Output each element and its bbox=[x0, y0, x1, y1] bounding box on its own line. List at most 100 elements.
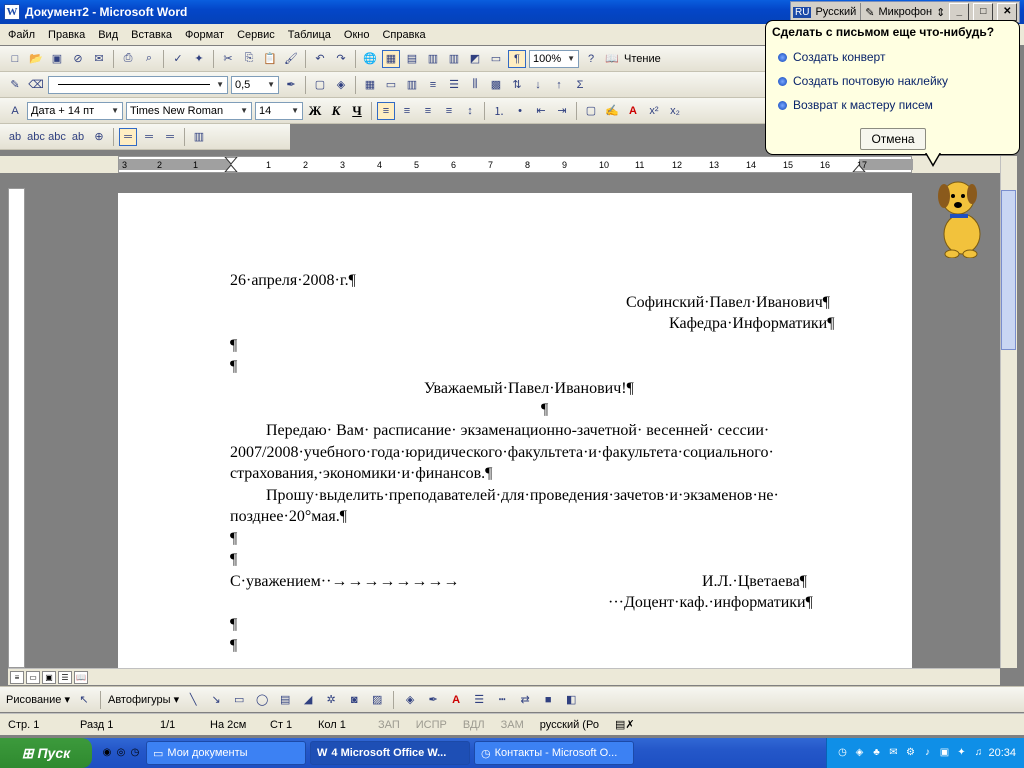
line-icon[interactable]: ╲ bbox=[184, 691, 202, 709]
rectangle-icon[interactable]: ▭ bbox=[230, 691, 248, 709]
ie-icon[interactable]: ◉ bbox=[100, 746, 114, 760]
task-word[interactable]: W4 Microsoft Office W... bbox=[310, 741, 470, 765]
spelling-status-icon[interactable]: ▤✗ bbox=[607, 718, 643, 731]
sort-descending-icon[interactable]: ↑ bbox=[550, 76, 568, 94]
insert-table-icon[interactable]: ▤ bbox=[403, 50, 421, 68]
menu-window[interactable]: Окно bbox=[344, 29, 370, 41]
new-document-icon[interactable]: □ bbox=[6, 50, 24, 68]
underline-button[interactable]: Ч bbox=[348, 102, 366, 120]
textbox-icon[interactable]: ▤ bbox=[276, 691, 294, 709]
tray-icon[interactable]: ✦ bbox=[954, 746, 968, 760]
menu-help[interactable]: Справка bbox=[382, 29, 425, 41]
normal-view-icon[interactable]: ≡ bbox=[10, 670, 24, 684]
cut-icon[interactable]: ✂ bbox=[219, 50, 237, 68]
numbering-icon[interactable]: ⒈ bbox=[490, 102, 508, 120]
document-page[interactable]: 26·апреля·2008·г.¶ Софинский·Павел·Ивано… bbox=[118, 193, 912, 668]
lang-code[interactable]: RU bbox=[793, 6, 812, 18]
align-left-icon[interactable]: ≡ bbox=[377, 101, 395, 120]
diagram-icon[interactable]: ✲ bbox=[322, 691, 340, 709]
menu-format[interactable]: Формат bbox=[185, 29, 224, 41]
status-overtype[interactable]: ЗАМ bbox=[493, 719, 532, 731]
lang-name[interactable]: Русский bbox=[815, 6, 856, 18]
vertical-ruler[interactable] bbox=[8, 188, 25, 668]
clock[interactable]: 20:34 bbox=[988, 747, 1016, 759]
print-icon[interactable]: ⎙ bbox=[119, 50, 137, 68]
triple-line-icon[interactable]: ═ bbox=[161, 128, 179, 146]
tray-icon[interactable]: ✉ bbox=[886, 746, 900, 760]
horizontal-ruler[interactable]: 3 2 1 1 2 3 4 5 6 7 8 9 10 11 12 13 14 1… bbox=[118, 156, 913, 173]
status-extend[interactable]: ВДЛ bbox=[455, 719, 493, 731]
double-strike-icon[interactable]: abc bbox=[48, 128, 66, 146]
line-style-icon[interactable]: ☰ bbox=[470, 691, 488, 709]
tray-icon[interactable]: ⚙ bbox=[903, 746, 917, 760]
border-color-icon[interactable]: ✒ bbox=[282, 76, 300, 94]
line-spacing-icon[interactable]: ↕ bbox=[461, 102, 479, 120]
font-color-icon[interactable]: A bbox=[447, 691, 465, 709]
paste-icon[interactable]: 📋 bbox=[261, 50, 279, 68]
menu-table[interactable]: Таблица bbox=[288, 29, 331, 41]
shadow-icon[interactable]: ■ bbox=[539, 691, 557, 709]
align-icon[interactable]: ≡ bbox=[424, 76, 442, 94]
outlook-icon[interactable]: ◷ bbox=[128, 746, 142, 760]
eraser-icon[interactable]: ⌫ bbox=[27, 76, 45, 94]
bold-button[interactable]: Ж bbox=[306, 102, 324, 120]
email-icon[interactable]: ✉ bbox=[90, 50, 108, 68]
quicklaunch-icon[interactable]: ◎ bbox=[114, 746, 128, 760]
decrease-indent-icon[interactable]: ⇤ bbox=[532, 102, 550, 120]
close-button[interactable]: ✕ bbox=[997, 3, 1018, 21]
microphone-icon[interactable]: ✎ bbox=[865, 6, 874, 19]
superscript-icon[interactable]: x² bbox=[645, 102, 663, 120]
tray-icon[interactable]: ♪ bbox=[920, 746, 934, 760]
mic-label[interactable]: Микрофон bbox=[879, 6, 933, 18]
drawing-menu[interactable]: Рисование ▾ bbox=[6, 693, 70, 706]
web-layout-icon[interactable]: ▭ bbox=[26, 670, 40, 684]
subscript-icon[interactable]: x₂ bbox=[666, 102, 684, 120]
arrow-style-icon[interactable]: ⇄ bbox=[516, 691, 534, 709]
reading-layout-icon[interactable]: 📖 bbox=[74, 670, 88, 684]
line-weight-select[interactable]: 0,5 ▼ bbox=[231, 75, 279, 94]
tray-icon[interactable]: ◷ bbox=[835, 746, 849, 760]
read-icon[interactable]: 📖 bbox=[603, 50, 621, 68]
open-icon[interactable]: 📂 bbox=[27, 50, 45, 68]
split-cells-icon[interactable]: ▥ bbox=[403, 76, 421, 94]
text-direction-icon[interactable]: ⇅ bbox=[508, 76, 526, 94]
oval-icon[interactable]: ◯ bbox=[253, 691, 271, 709]
maximize-button[interactable]: □ bbox=[973, 3, 994, 21]
italic-button[interactable]: К bbox=[327, 102, 345, 120]
menu-insert[interactable]: Вставка bbox=[131, 29, 172, 41]
autoformat-icon[interactable]: ▩ bbox=[487, 76, 505, 94]
format-painter-icon[interactable]: 🖌 bbox=[282, 50, 300, 68]
task-my-documents[interactable]: ▭ Мои документы bbox=[146, 741, 306, 765]
increase-indent-icon[interactable]: ⇥ bbox=[553, 102, 571, 120]
outline-view-icon[interactable]: ☰ bbox=[58, 670, 72, 684]
office-assistant-dog-icon[interactable] bbox=[930, 172, 990, 258]
copy-icon[interactable]: ⎘ bbox=[240, 50, 258, 68]
font-select[interactable]: Times New Roman ▼ bbox=[126, 101, 252, 120]
align-right-icon[interactable]: ≡ bbox=[419, 102, 437, 120]
distribute-columns-icon[interactable]: ⫼ bbox=[466, 76, 484, 94]
assistant-option-wizard[interactable]: Возврат к мастеру писем bbox=[772, 93, 1013, 117]
line-color-icon[interactable]: ✒ bbox=[424, 691, 442, 709]
insert-excel-icon[interactable]: ▥ bbox=[424, 50, 442, 68]
justify-icon[interactable]: ≡ bbox=[440, 102, 458, 120]
zoom-select[interactable]: 100% ▼ bbox=[529, 49, 579, 68]
wordart-icon[interactable]: ◢ bbox=[299, 691, 317, 709]
document-map-icon[interactable]: ▭ bbox=[487, 50, 505, 68]
phonetic-icon[interactable]: ab bbox=[6, 128, 24, 146]
fill-color-icon[interactable]: ◈ bbox=[401, 691, 419, 709]
sort-ascending-icon[interactable]: ↓ bbox=[529, 76, 547, 94]
tables-borders-icon[interactable]: ▦ bbox=[382, 49, 400, 68]
horizontal-scrollbar[interactable]: ≡ ▭ ▣ ☰ 📖 bbox=[8, 668, 1000, 685]
read-mode-button[interactable]: Чтение bbox=[624, 53, 661, 65]
network-icon[interactable]: ▣ bbox=[937, 746, 951, 760]
assistant-option-label[interactable]: Создать почтовую наклейку bbox=[772, 69, 1013, 93]
autosum-icon[interactable]: Σ bbox=[571, 76, 589, 94]
menu-view[interactable]: Вид bbox=[98, 29, 118, 41]
menu-tools[interactable]: Сервис bbox=[237, 29, 275, 41]
assistant-cancel-button[interactable]: Отмена bbox=[860, 128, 926, 150]
strikethrough-icon[interactable]: abc bbox=[27, 128, 45, 146]
print-preview-icon[interactable]: ⌕ bbox=[140, 50, 158, 68]
spelling-icon[interactable]: ✓ bbox=[169, 50, 187, 68]
langbar-options-icon[interactable]: ⇕ bbox=[936, 6, 945, 19]
dash-style-icon[interactable]: ┅ bbox=[493, 691, 511, 709]
